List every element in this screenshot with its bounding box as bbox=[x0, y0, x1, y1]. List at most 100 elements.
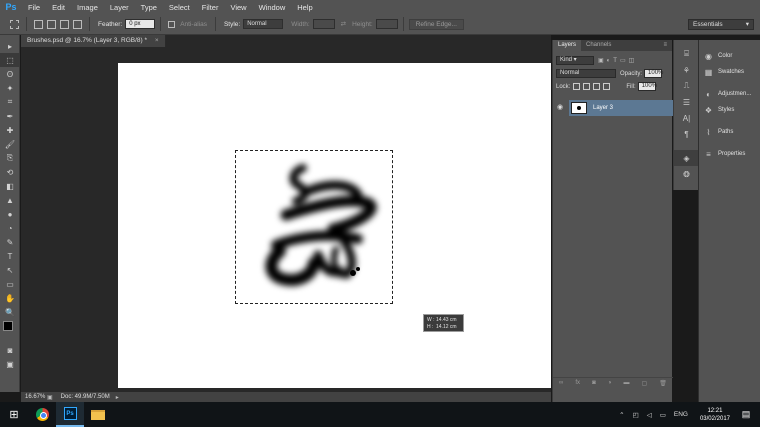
layer-row[interactable]: Layer 3 bbox=[569, 100, 673, 116]
filter-kind-select[interactable]: Kind ▾ bbox=[556, 56, 594, 65]
tab-layers[interactable]: Layers bbox=[553, 40, 582, 51]
lock-all-icon[interactable] bbox=[603, 83, 611, 90]
link-layers-icon[interactable]: ∞ bbox=[559, 380, 563, 386]
screen-mode-icon[interactable]: ▣ bbox=[0, 357, 20, 371]
crop-tool-icon[interactable]: ⌗ bbox=[0, 95, 20, 109]
chevron-up-icon[interactable]: ⌃ bbox=[619, 411, 624, 419]
width-input[interactable] bbox=[312, 19, 335, 29]
clone-stamp-tool-icon[interactable]: ⎘ bbox=[0, 151, 20, 165]
eraser-tool-icon[interactable]: ◧ bbox=[0, 179, 20, 193]
eyedropper-tool-icon[interactable]: ✒ bbox=[0, 109, 20, 123]
actions-icon[interactable]: ☰ bbox=[674, 94, 699, 110]
filter-pixel-icon[interactable]: ▣ bbox=[598, 57, 604, 64]
menu-window[interactable]: Window bbox=[253, 3, 292, 12]
history-brush-tool-icon[interactable]: ⟲ bbox=[0, 165, 20, 179]
menu-help[interactable]: Help bbox=[291, 3, 318, 12]
refine-edge-button[interactable]: Refine Edge... bbox=[408, 18, 464, 30]
clock[interactable]: 12:21 03/02/2017 bbox=[700, 407, 730, 423]
tab-channels[interactable]: Channels bbox=[581, 40, 616, 51]
panel-adjustments[interactable]: ◐ Adjustmen... bbox=[699, 86, 760, 102]
new-group-icon[interactable]: ▬ bbox=[623, 380, 629, 386]
network-icon[interactable]: ◰ bbox=[633, 411, 639, 419]
panel-paths[interactable]: ⌇ Paths bbox=[699, 124, 760, 140]
document-tab[interactable]: Brushes.psd @ 16.7% (Layer 3, RGB/8) * × bbox=[21, 35, 166, 47]
healing-tool-icon[interactable]: ✚ bbox=[0, 123, 20, 137]
notifications-icon[interactable]: ▤ bbox=[738, 409, 754, 420]
swap-icon[interactable]: ⇄ bbox=[341, 20, 346, 28]
opacity-input[interactable]: 100% bbox=[644, 69, 663, 78]
menu-select[interactable]: Select bbox=[163, 3, 196, 12]
layer-name[interactable]: Layer 3 bbox=[593, 105, 613, 111]
volume-icon[interactable]: ◁ bbox=[647, 411, 652, 419]
blur-tool-icon[interactable]: ● bbox=[0, 207, 20, 221]
clone-source-icon[interactable]: ⎍ bbox=[674, 78, 699, 94]
brush-presets-icon[interactable]: ⚘ bbox=[674, 62, 699, 78]
share-icon[interactable]: ▣ bbox=[47, 394, 53, 401]
menu-view[interactable]: View bbox=[224, 3, 252, 12]
zoom-tool-icon[interactable]: 🔍 bbox=[0, 305, 20, 319]
pen-tool-icon[interactable]: ✎ bbox=[0, 235, 20, 249]
lock-pixels-icon[interactable] bbox=[583, 83, 591, 90]
trash-icon[interactable]: 🗑 bbox=[659, 380, 667, 387]
color-swatches[interactable] bbox=[0, 319, 19, 343]
channels-icon[interactable]: ❂ bbox=[674, 166, 699, 182]
menu-type[interactable]: Type bbox=[135, 3, 163, 12]
hand-tool-icon[interactable]: ✋ bbox=[0, 291, 20, 305]
quick-mask-icon[interactable]: ◙ bbox=[0, 343, 20, 357]
windows-start-icon[interactable]: ⊞ bbox=[0, 402, 28, 427]
dodge-tool-icon[interactable]: ◔ bbox=[0, 221, 20, 235]
zoom-level[interactable]: 16.67% bbox=[21, 394, 47, 400]
eye-icon[interactable]: ◉ bbox=[557, 103, 565, 113]
lock-transparent-icon[interactable] bbox=[573, 83, 581, 90]
paragraph-icon[interactable]: ¶ bbox=[674, 126, 699, 142]
character-icon[interactable]: A| bbox=[674, 110, 699, 126]
panel-swatches[interactable]: ▦ Swatches bbox=[699, 64, 760, 80]
filter-type-icon[interactable]: T bbox=[613, 58, 617, 64]
taskbar-file-explorer[interactable] bbox=[84, 402, 112, 427]
chevron-right-icon[interactable]: ▸ bbox=[116, 394, 119, 401]
menu-layer[interactable]: Layer bbox=[104, 3, 135, 12]
antialias-checkbox[interactable] bbox=[168, 20, 176, 28]
style-select[interactable]: Normal bbox=[243, 19, 284, 29]
menu-file[interactable]: File bbox=[22, 3, 46, 12]
move-tool-icon[interactable]: ▸ bbox=[0, 39, 20, 53]
layers-icon[interactable]: ◈ bbox=[674, 150, 699, 166]
intersect-selection-icon[interactable] bbox=[73, 19, 82, 29]
close-icon[interactable]: × bbox=[155, 37, 159, 44]
battery-icon[interactable]: ▭ bbox=[660, 411, 666, 419]
filter-smart-icon[interactable]: ◫ bbox=[629, 57, 635, 64]
marquee-tool-preset-icon[interactable] bbox=[10, 19, 19, 29]
path-selection-tool-icon[interactable]: ↖ bbox=[0, 263, 20, 277]
new-selection-icon[interactable] bbox=[34, 19, 43, 29]
taskbar-photoshop[interactable]: Ps bbox=[56, 402, 84, 427]
workspace-select[interactable]: Essentials ▾ bbox=[688, 19, 754, 30]
lock-position-icon[interactable] bbox=[593, 83, 601, 90]
adjustment-layer-icon[interactable]: ◑ bbox=[608, 380, 612, 386]
foreground-color-swatch[interactable] bbox=[3, 321, 13, 331]
menu-image[interactable]: Image bbox=[71, 3, 104, 12]
filter-shape-icon[interactable]: ▭ bbox=[620, 57, 626, 64]
panel-styles[interactable]: ❖ Styles bbox=[699, 102, 760, 118]
blend-mode-select[interactable]: Normal bbox=[556, 69, 616, 78]
subtract-selection-icon[interactable] bbox=[60, 19, 69, 29]
fill-input[interactable]: 100% bbox=[637, 82, 657, 91]
taskbar-chrome[interactable] bbox=[28, 402, 56, 427]
brush-tool-icon[interactable]: 🖌 bbox=[0, 137, 20, 151]
add-to-selection-icon[interactable] bbox=[47, 19, 56, 29]
filter-adjustment-icon[interactable]: ◐ bbox=[607, 58, 611, 64]
magic-wand-tool-icon[interactable]: ✦ bbox=[0, 81, 20, 95]
rectangle-tool-icon[interactable]: ▭ bbox=[0, 277, 20, 291]
marquee-tool-icon[interactable]: ⬚ bbox=[0, 53, 20, 67]
layer-style-icon[interactable]: fx bbox=[575, 380, 580, 386]
language-indicator[interactable]: ENG bbox=[674, 411, 688, 418]
menu-edit[interactable]: Edit bbox=[46, 3, 71, 12]
new-layer-icon[interactable]: ▢ bbox=[642, 380, 648, 387]
lasso-tool-icon[interactable]: ʘ bbox=[0, 67, 20, 81]
feather-input[interactable]: 0 px bbox=[125, 19, 156, 29]
panel-color[interactable]: ◉ Color bbox=[699, 48, 760, 64]
canvas[interactable] bbox=[118, 63, 551, 388]
panel-menu-icon[interactable]: ≡ bbox=[658, 40, 672, 51]
add-mask-icon[interactable]: ◙ bbox=[592, 380, 596, 386]
height-input[interactable] bbox=[375, 19, 398, 29]
paint-bucket-tool-icon[interactable]: ▲ bbox=[0, 193, 20, 207]
